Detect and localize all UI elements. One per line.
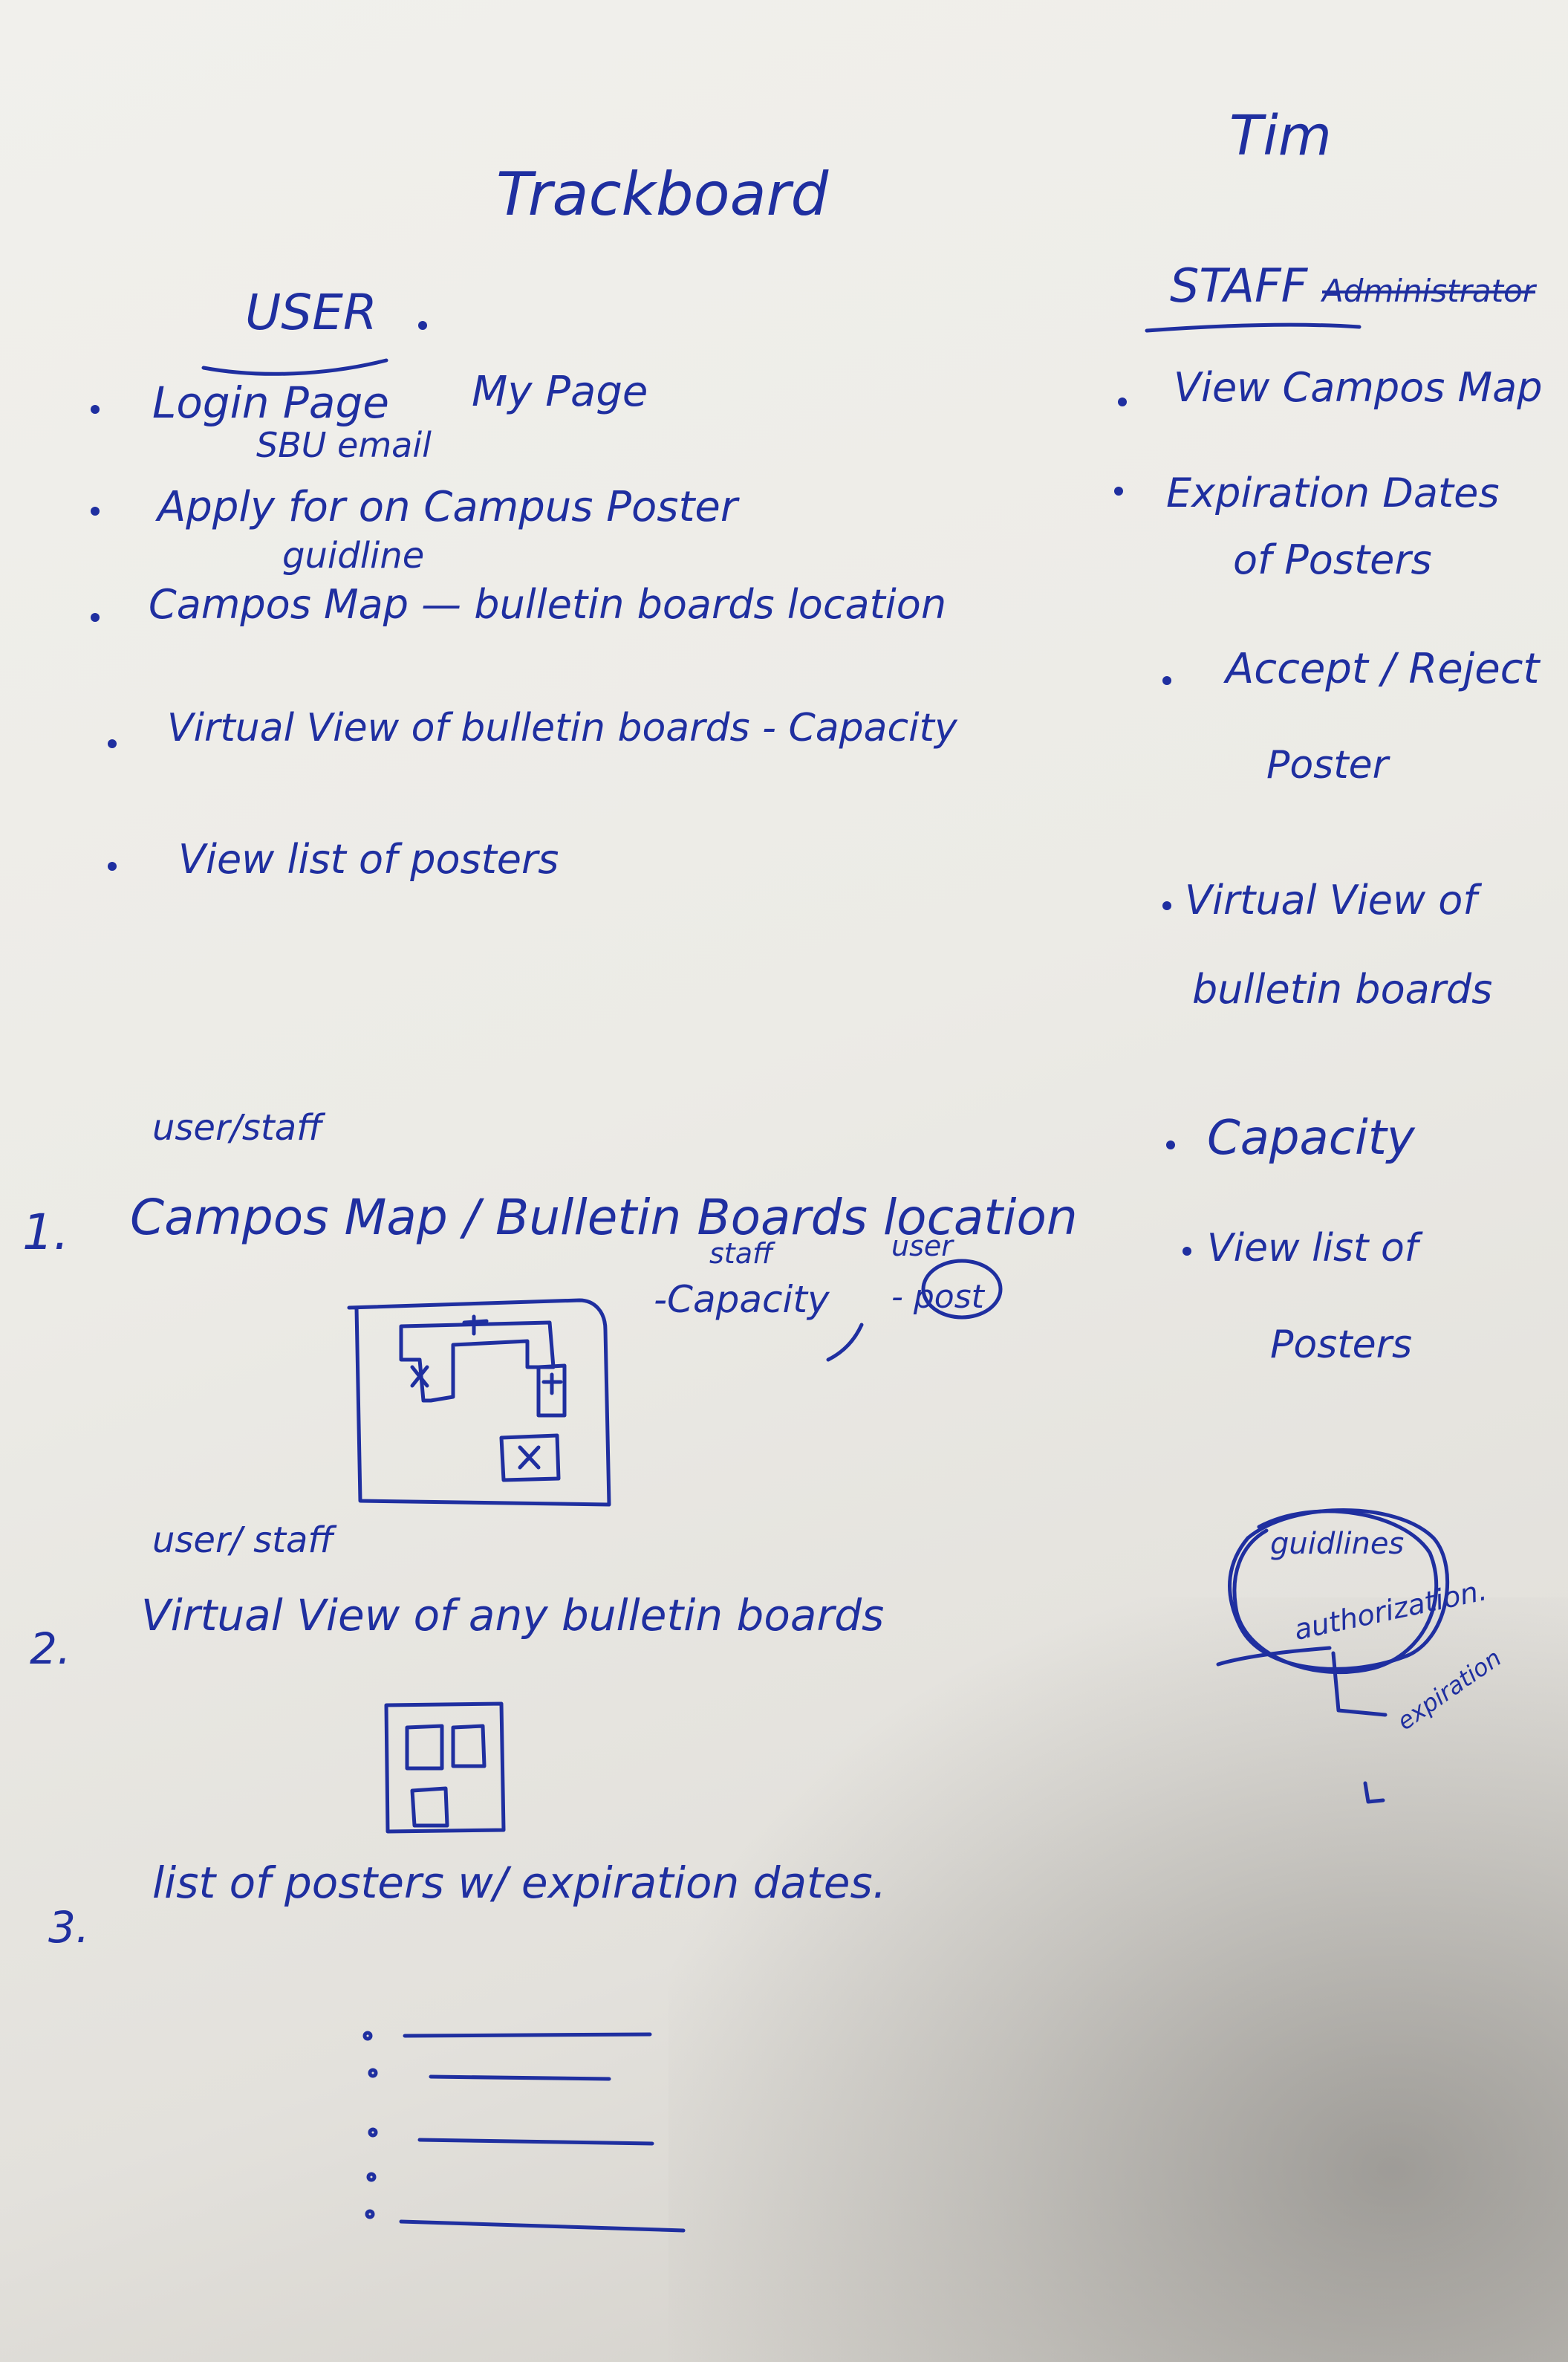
bullet	[1166, 1141, 1175, 1149]
staff-item-expiration: Expiration Dates	[1166, 470, 1500, 516]
section1-staff-note: staff	[709, 1237, 773, 1270]
staff-item-accept: Accept / Reject	[1226, 645, 1540, 693]
stray-dot	[418, 321, 427, 330]
staff-item-virtual: Virtual View of	[1185, 877, 1477, 924]
section3-text: list of posters w/ expiration dates.	[152, 1858, 887, 1908]
section1-role: user/staff	[152, 1107, 322, 1149]
staff-item-virtual-2: bulletin boards	[1192, 966, 1493, 1013]
user-item-mypage: My Page	[472, 368, 648, 416]
bullet	[1114, 487, 1123, 496]
user-item-login: Login Page	[152, 377, 389, 428]
section1-number: 1.	[22, 1204, 69, 1261]
section2-text: Virtual View of any bulletin boards	[141, 1590, 885, 1641]
bullet	[91, 405, 100, 414]
stray-mark	[1363, 1781, 1385, 1804]
staff-heading: STAFF Administrator	[1170, 259, 1535, 313]
bullet	[91, 613, 100, 622]
staff-heading-text: STAFF	[1170, 259, 1308, 313]
bullet	[1182, 1247, 1191, 1256]
stroke-mark	[826, 1323, 864, 1362]
user-item-list: View list of posters	[178, 836, 559, 883]
staff-item-list: View list of	[1207, 1226, 1419, 1271]
campus-map-sketch	[347, 1298, 611, 1507]
side-note-line1: guidlines	[1270, 1527, 1405, 1561]
author-name: Tim	[1229, 104, 1332, 168]
bullet	[1118, 398, 1127, 406]
bullet	[1162, 901, 1171, 910]
section1-staff-detail: -Capacity	[654, 1278, 830, 1321]
bullet	[108, 739, 117, 748]
staff-item-map: View Campos Map	[1174, 364, 1543, 411]
user-heading: USER	[245, 284, 377, 341]
staff-item-list-2: Posters	[1270, 1323, 1413, 1367]
post-circle	[921, 1259, 1003, 1320]
section3-number: 3.	[48, 1902, 90, 1953]
staff-item-expiration-2: of Posters	[1233, 536, 1432, 583]
section2-role: user/ staff	[152, 1519, 334, 1561]
bullet	[1162, 676, 1171, 685]
user-item-guideline: guidline	[282, 535, 425, 577]
user-item-map: Campos Map — bulletin boards location	[149, 581, 947, 628]
staff-heading-alt: Administrator	[1322, 273, 1536, 309]
user-item-virtual: Virtual View of bulletin boards - Capaci…	[167, 706, 957, 750]
staff-item-capacity: Capacity	[1207, 1111, 1415, 1166]
page-title: Trackboard	[496, 160, 829, 229]
section2-number: 2.	[30, 1623, 71, 1674]
poster-list-sketch	[362, 2031, 686, 2233]
staff-item-accept-2: Poster	[1266, 743, 1389, 788]
staff-heading-underline	[1145, 322, 1362, 333]
bullet	[108, 862, 117, 871]
bullet	[91, 507, 100, 516]
bulletin-board-sketch	[384, 1701, 506, 1834]
user-item-sbu-email: SBU email	[256, 425, 432, 465]
user-item-apply: Apply for on Campus Poster	[157, 483, 738, 531]
paper-sheet: Trackboard Tim USER Login Page My Page S…	[0, 0, 1568, 2362]
